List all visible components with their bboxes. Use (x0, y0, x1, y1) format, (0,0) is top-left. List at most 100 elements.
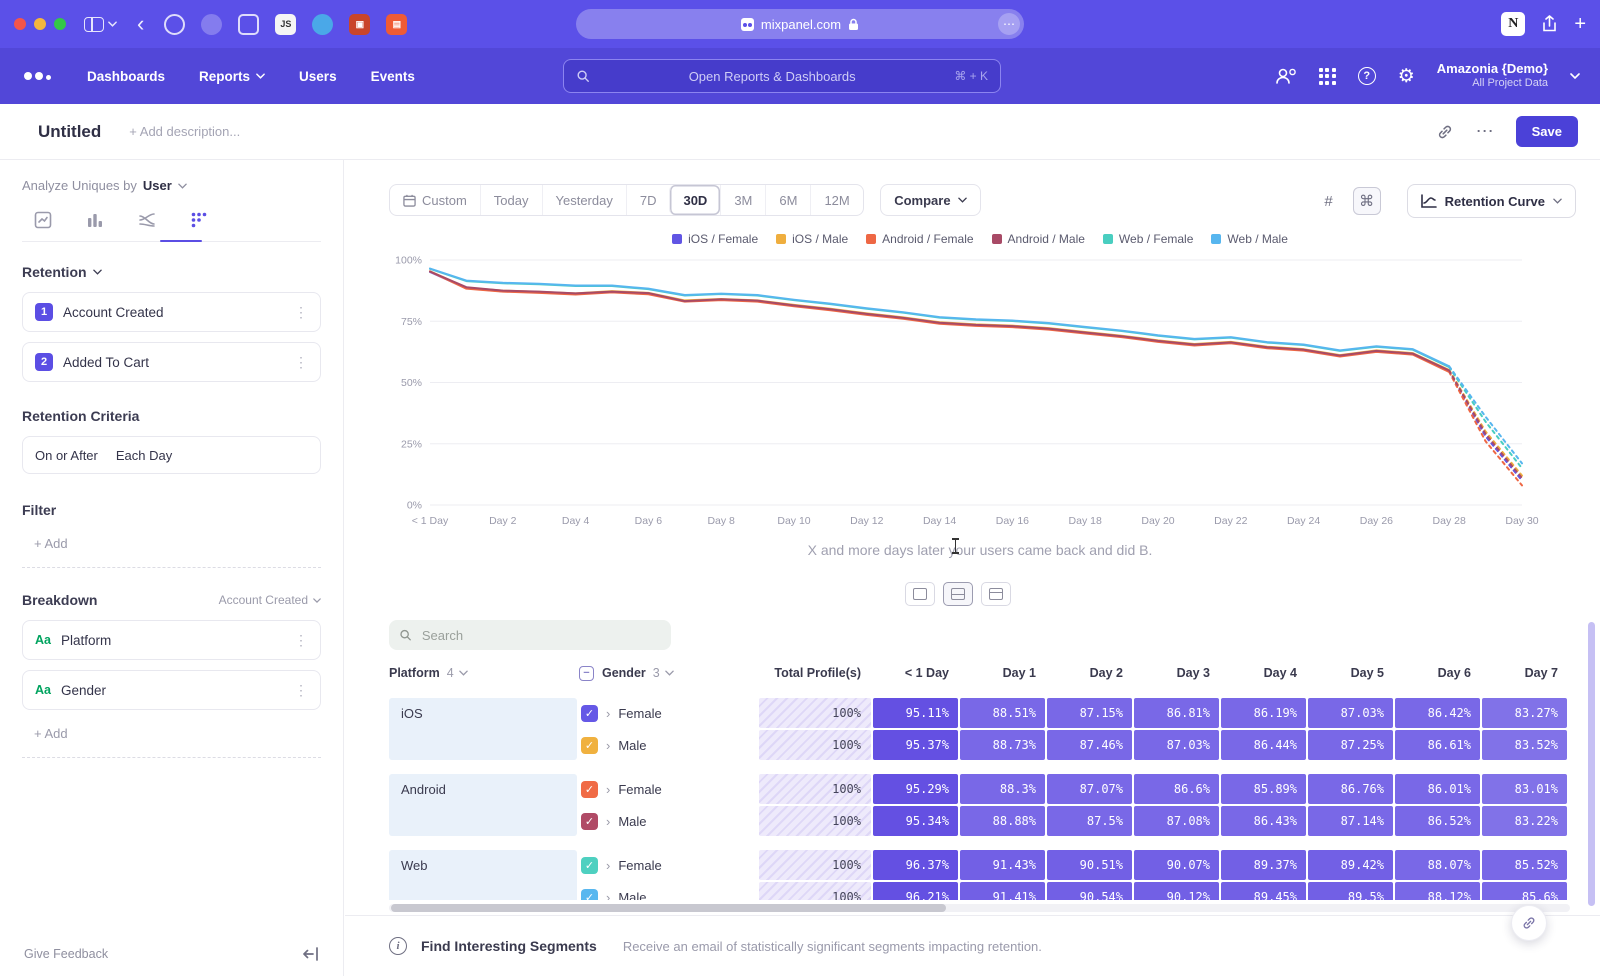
retention-value-cell[interactable]: 95.29% (873, 774, 958, 804)
nav-item-dashboards[interactable]: Dashboards (87, 69, 165, 84)
nav-item-reports[interactable]: Reports (199, 69, 265, 84)
day-column-header[interactable]: Day 5 (1308, 666, 1393, 680)
legend-item[interactable]: Android / Male (992, 232, 1085, 246)
gender-cell[interactable]: ✓›Female (579, 850, 757, 880)
retention-value-cell[interactable]: 86.81% (1134, 698, 1219, 728)
minimize-window-button[interactable] (34, 18, 46, 30)
series-checkbox[interactable]: ✓ (581, 813, 598, 830)
series-checkbox[interactable]: ✓ (581, 889, 598, 901)
legend-item[interactable]: iOS / Male (776, 232, 848, 246)
chart-type-select[interactable]: Retention Curve (1407, 184, 1576, 218)
retention-value-cell[interactable]: 89.37% (1221, 850, 1306, 880)
retention-value-cell[interactable]: 88.51% (960, 698, 1045, 728)
retention-value-cell[interactable]: 83.27% (1482, 698, 1567, 728)
retention-value-cell[interactable]: 85.52% (1482, 850, 1567, 880)
retention-value-cell[interactable]: 89.5% (1308, 882, 1393, 900)
series-checkbox[interactable]: ✓ (581, 737, 598, 754)
retention-value-cell[interactable]: 88.73% (960, 730, 1045, 760)
range-6m[interactable]: 6M (765, 185, 810, 215)
mixpanel-logo[interactable] (24, 72, 51, 80)
step-card-account-created[interactable]: 1 Account Created ⋮ (22, 292, 321, 332)
breakdown-scope-select[interactable]: Account Created (219, 593, 321, 607)
range-3m[interactable]: 3M (720, 185, 765, 215)
day-column-header[interactable]: Day 2 (1047, 666, 1132, 680)
mixpanel-extension-icon[interactable]: ▣ (349, 14, 370, 35)
table-search-input[interactable] (420, 627, 661, 644)
gender-cell[interactable]: ✓›Male (579, 882, 757, 900)
platform-cell[interactable]: Web (389, 850, 577, 900)
orange-extension-icon[interactable]: ▤ (386, 14, 407, 35)
collapse-sidebar-icon[interactable] (303, 947, 319, 961)
series-line[interactable] (430, 269, 1449, 367)
share-link-fab[interactable] (1511, 905, 1547, 941)
step-card-added-to-cart[interactable]: 2 Added To Cart ⋮ (22, 342, 321, 382)
retention-value-cell[interactable]: 83.01% (1482, 774, 1567, 804)
retention-value-cell[interactable]: 86.42% (1395, 698, 1480, 728)
retention-chart[interactable]: 0%25%50%75%100%< 1 DayDay 2Day 4Day 6Day… (383, 248, 1573, 538)
layout-split-button[interactable] (943, 582, 973, 606)
legend-item[interactable]: iOS / Female (672, 232, 758, 246)
keyboard-shortcuts-icon[interactable]: ⌘ (1353, 187, 1381, 215)
retention-value-cell[interactable]: 86.61% (1395, 730, 1480, 760)
retention-value-cell[interactable]: 89.45% (1221, 882, 1306, 900)
nav-item-events[interactable]: Events (371, 69, 415, 84)
save-button[interactable]: Save (1516, 116, 1578, 147)
retention-value-cell[interactable]: 88.3% (960, 774, 1045, 804)
back-button[interactable]: ‹ (137, 13, 144, 35)
project-switcher[interactable]: Amazonia {Demo} All Project Data (1437, 61, 1548, 91)
retention-value-cell[interactable]: 95.37% (873, 730, 958, 760)
expand-chevron-icon[interactable]: › (606, 782, 610, 797)
retention-value-cell[interactable]: 85.6% (1482, 882, 1567, 900)
tab-insights[interactable] (30, 209, 56, 231)
retention-value-cell[interactable]: 90.12% (1134, 882, 1219, 900)
retention-value-cell[interactable]: 88.07% (1395, 850, 1480, 880)
help-icon[interactable]: ? (1358, 67, 1376, 85)
add-filter-button[interactable]: + Add (22, 530, 321, 568)
retention-value-cell[interactable]: 86.76% (1308, 774, 1393, 804)
copy-link-icon[interactable] (1436, 123, 1454, 141)
report-title[interactable]: Untitled (38, 122, 101, 142)
demo-users-icon[interactable] (1275, 67, 1297, 85)
retention-value-cell[interactable]: 86.01% (1395, 774, 1480, 804)
retention-value-cell[interactable]: 87.14% (1308, 806, 1393, 836)
retention-value-cell[interactable]: 87.25% (1308, 730, 1393, 760)
clock-extension-icon[interactable] (164, 14, 185, 35)
range-today[interactable]: Today (480, 185, 542, 215)
retention-value-cell[interactable]: 87.08% (1134, 806, 1219, 836)
gender-cell[interactable]: ✓›Female (579, 774, 757, 804)
retention-value-cell[interactable]: 86.43% (1221, 806, 1306, 836)
day-column-header[interactable]: Day 7 (1482, 666, 1567, 680)
day-column-header[interactable]: Day 4 (1221, 666, 1306, 680)
platform-column-header[interactable]: Platform4 (389, 666, 577, 680)
range-custom[interactable]: Custom (390, 185, 480, 215)
series-checkbox[interactable]: ✓ (581, 781, 598, 798)
retention-value-cell[interactable]: 90.07% (1134, 850, 1219, 880)
table-search[interactable] (389, 620, 671, 650)
retention-value-cell[interactable]: 90.54% (1047, 882, 1132, 900)
day-column-header[interactable]: Day 3 (1134, 666, 1219, 680)
legend-item[interactable]: Web / Male (1211, 232, 1287, 246)
gender-cell[interactable]: ✓›Male (579, 806, 757, 836)
series-checkbox[interactable]: ✓ (581, 705, 598, 722)
retention-value-cell[interactable]: 95.11% (873, 698, 958, 728)
retention-value-cell[interactable]: 86.19% (1221, 698, 1306, 728)
notion-extension-icon[interactable]: N (1501, 12, 1525, 36)
legend-item[interactable]: Web / Female (1103, 232, 1193, 246)
retention-value-cell[interactable]: 87.03% (1308, 698, 1393, 728)
tab-funnels[interactable] (82, 209, 108, 231)
new-tab-button[interactable]: + (1574, 13, 1586, 36)
retention-value-cell[interactable]: 95.34% (873, 806, 958, 836)
range-30d[interactable]: 30D (669, 185, 720, 215)
blue-circle-extension-icon[interactable] (312, 14, 333, 35)
address-bar[interactable]: mixpanel.com ⋯ (576, 9, 1024, 39)
retention-value-cell[interactable]: 90.51% (1047, 850, 1132, 880)
circle-extension-icon[interactable] (201, 14, 222, 35)
scrollbar-thumb[interactable] (391, 904, 946, 912)
retention-value-cell[interactable]: 86.52% (1395, 806, 1480, 836)
range-yesterday[interactable]: Yesterday (542, 185, 626, 215)
horizontal-scrollbar[interactable] (389, 904, 1570, 912)
close-window-button[interactable] (14, 18, 26, 30)
legend-item[interactable]: Android / Female (866, 232, 973, 246)
add-breakdown-button[interactable]: + Add (22, 720, 321, 758)
kebab-menu-icon[interactable]: ⋮ (294, 304, 308, 321)
